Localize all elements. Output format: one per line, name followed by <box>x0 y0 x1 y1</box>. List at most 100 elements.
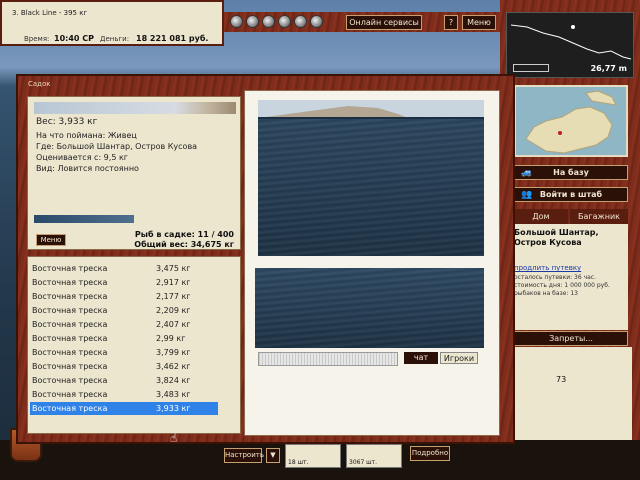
list-item[interactable]: Восточная треска 3,799 кг <box>30 346 218 359</box>
fish-weight: Вес: 3,933 кг <box>36 117 98 127</box>
enter-hq-button[interactable]: 👥 Войти в штаб <box>514 187 628 202</box>
to-base-label: На базу <box>553 168 589 177</box>
fish-name: Восточная треска <box>32 348 108 357</box>
chat-resize-handle[interactable] <box>258 352 398 366</box>
anglers-at-base: рыбаков на базе: 13 <box>514 290 578 297</box>
list-item[interactable]: Восточная треска 3,824 кг <box>30 374 218 387</box>
stats-panel: 73 <box>514 347 632 443</box>
extend-trip-link[interactable]: продлить путевку <box>514 264 581 272</box>
sea-scene-graphic <box>258 100 484 119</box>
player-info-panel: 3. Black Line - 395 кг Время: 10:40 СР Д… <box>0 0 224 46</box>
fish-info-card: Вес: 3,933 кг На что поймана: Живец Где:… <box>27 96 241 250</box>
cost-per-day: стоимость дня: 1 000 000 руб. <box>514 282 610 289</box>
fish-name: Восточная треска <box>32 320 108 329</box>
fish-name: Восточная треска <box>32 376 108 385</box>
sea-view-image <box>255 268 484 348</box>
list-item[interactable]: Восточная треска 2,407 кг <box>30 318 218 331</box>
car-icon: 🚙 <box>521 168 533 178</box>
time-value: 10:40 СР <box>54 34 94 43</box>
fish-name: Восточная треска <box>32 334 108 343</box>
list-item-selected[interactable]: Восточная треска 3,933 кг <box>30 402 218 415</box>
dialog-title: Садок <box>28 80 51 88</box>
reel-icon[interactable] <box>246 15 259 28</box>
reel-icon[interactable] <box>262 15 275 28</box>
list-item[interactable]: Восточная треска 2,209 кг <box>30 304 218 317</box>
list-item[interactable]: Восточная треска 3,462 кг <box>30 360 218 373</box>
list-item[interactable]: Восточная треска 3,475 кг <box>30 262 218 275</box>
tab-players[interactable]: Игроки <box>440 352 478 364</box>
fish-row-weight: 3,824 кг <box>156 376 191 385</box>
fish-location: Где: Большой Шантар, Остров Кусова <box>36 142 198 151</box>
stat-number: 73 <box>556 375 567 384</box>
reel-icon[interactable] <box>278 15 291 28</box>
details-button[interactable]: Подробно <box>410 446 450 461</box>
list-item[interactable]: Восточная треска 3,483 кг <box>30 388 218 401</box>
reel-icon[interactable] <box>294 15 307 28</box>
location-line1: Большой Шантар, <box>514 228 599 237</box>
dropdown-arrow-icon[interactable]: ▼ <box>266 448 280 463</box>
people-icon: 👥 <box>521 190 533 200</box>
fish-name: Восточная треска <box>32 264 108 273</box>
fish-kind: Вид: Ловится постоянно <box>36 164 139 173</box>
money-label: Деньги: <box>100 35 130 43</box>
location-info: Большой Шантар, Остров Кусова продлить п… <box>514 224 628 330</box>
lure-slot[interactable]: 3067 шт. <box>346 444 402 468</box>
main-menu-button[interactable]: Меню <box>462 15 496 30</box>
fish-row-weight: 3,799 кг <box>156 348 191 357</box>
fish-count: Рыб в садке: 11 / 400 <box>134 230 234 239</box>
reel-icon[interactable] <box>310 15 323 28</box>
fish-value: Оценивается с: 9,5 кг <box>36 153 128 162</box>
menu-button[interactable]: Меню <box>36 234 66 246</box>
fish-row-weight: 2,917 кг <box>156 278 191 287</box>
sea-view-image <box>258 100 484 256</box>
fish-row-weight: 3,475 кг <box>156 264 191 273</box>
fish-photo-strip <box>34 102 236 114</box>
fish-bait: На что поймана: Живец <box>36 131 137 140</box>
fish-row-weight: 3,933 кг <box>156 404 191 413</box>
online-services-button[interactable]: Онлайн сервисы <box>346 15 422 30</box>
list-item[interactable]: Восточная треска 2,99 кг <box>30 332 218 345</box>
fish-name: Восточная треска <box>32 278 108 287</box>
inventory-tabs: Дом Багажник <box>514 209 628 224</box>
setup-button[interactable]: Настроить <box>224 448 264 463</box>
list-item[interactable]: Восточная треска 2,177 кг <box>30 290 218 303</box>
bans-button[interactable]: Запреты... <box>514 331 628 346</box>
fish-name: Восточная треска <box>32 390 108 399</box>
fish-name: Восточная треска <box>32 292 108 301</box>
total-weight: Общий вес: 34,675 кг <box>134 240 234 249</box>
map-graphic <box>525 90 617 154</box>
battery-icon <box>513 64 549 72</box>
fish-row-weight: 2,177 кг <box>156 292 191 301</box>
enter-hq-label: Войти в штаб <box>539 190 603 199</box>
fish-row-weight: 3,483 кг <box>156 390 191 399</box>
tab-baggage[interactable]: Багажник <box>570 209 628 224</box>
fish-row-weight: 2,407 кг <box>156 320 191 329</box>
list-item[interactable]: Восточная треска 2,917 кг <box>30 276 218 289</box>
reel-icon[interactable] <box>230 15 243 28</box>
fish-row-weight: 2,209 кг <box>156 306 191 315</box>
time-label: Время: <box>24 35 50 43</box>
money-value: 18 221 081 руб. <box>136 34 209 43</box>
to-base-button[interactable]: 🚙 На базу <box>514 165 628 180</box>
chat-bar: чат Игроки <box>258 350 484 370</box>
distance-readout: 26,77 m <box>590 64 627 73</box>
trip-time-left: осталось путевки: 36 час. <box>514 274 597 281</box>
help-button[interactable]: ? <box>444 15 458 30</box>
bait-count: 18 шт. <box>288 459 309 466</box>
lure-count: 3067 шт. <box>349 459 378 466</box>
location-map[interactable] <box>514 85 628 157</box>
tab-chat[interactable]: чат <box>404 352 438 364</box>
fish-name: Восточная треска <box>32 362 108 371</box>
fish-row-weight: 2,99 кг <box>156 334 186 343</box>
bait-slot[interactable]: 18 шт. <box>285 444 341 468</box>
depth-track: 26,77 m <box>506 12 634 78</box>
line-info: 3. Black Line - 395 кг <box>12 9 88 17</box>
fish-name: Восточная треска <box>32 404 108 413</box>
fish-list: Восточная треска 3,475 кг Восточная трес… <box>27 256 241 434</box>
location-line2: Остров Кусова <box>514 238 582 247</box>
fish-progress-bar <box>34 215 134 223</box>
fish-row-weight: 3,462 кг <box>156 362 191 371</box>
mouse-cursor-icon: ☝ <box>170 431 178 445</box>
fish-name: Восточная треска <box>32 306 108 315</box>
tab-home[interactable]: Дом <box>514 209 568 224</box>
